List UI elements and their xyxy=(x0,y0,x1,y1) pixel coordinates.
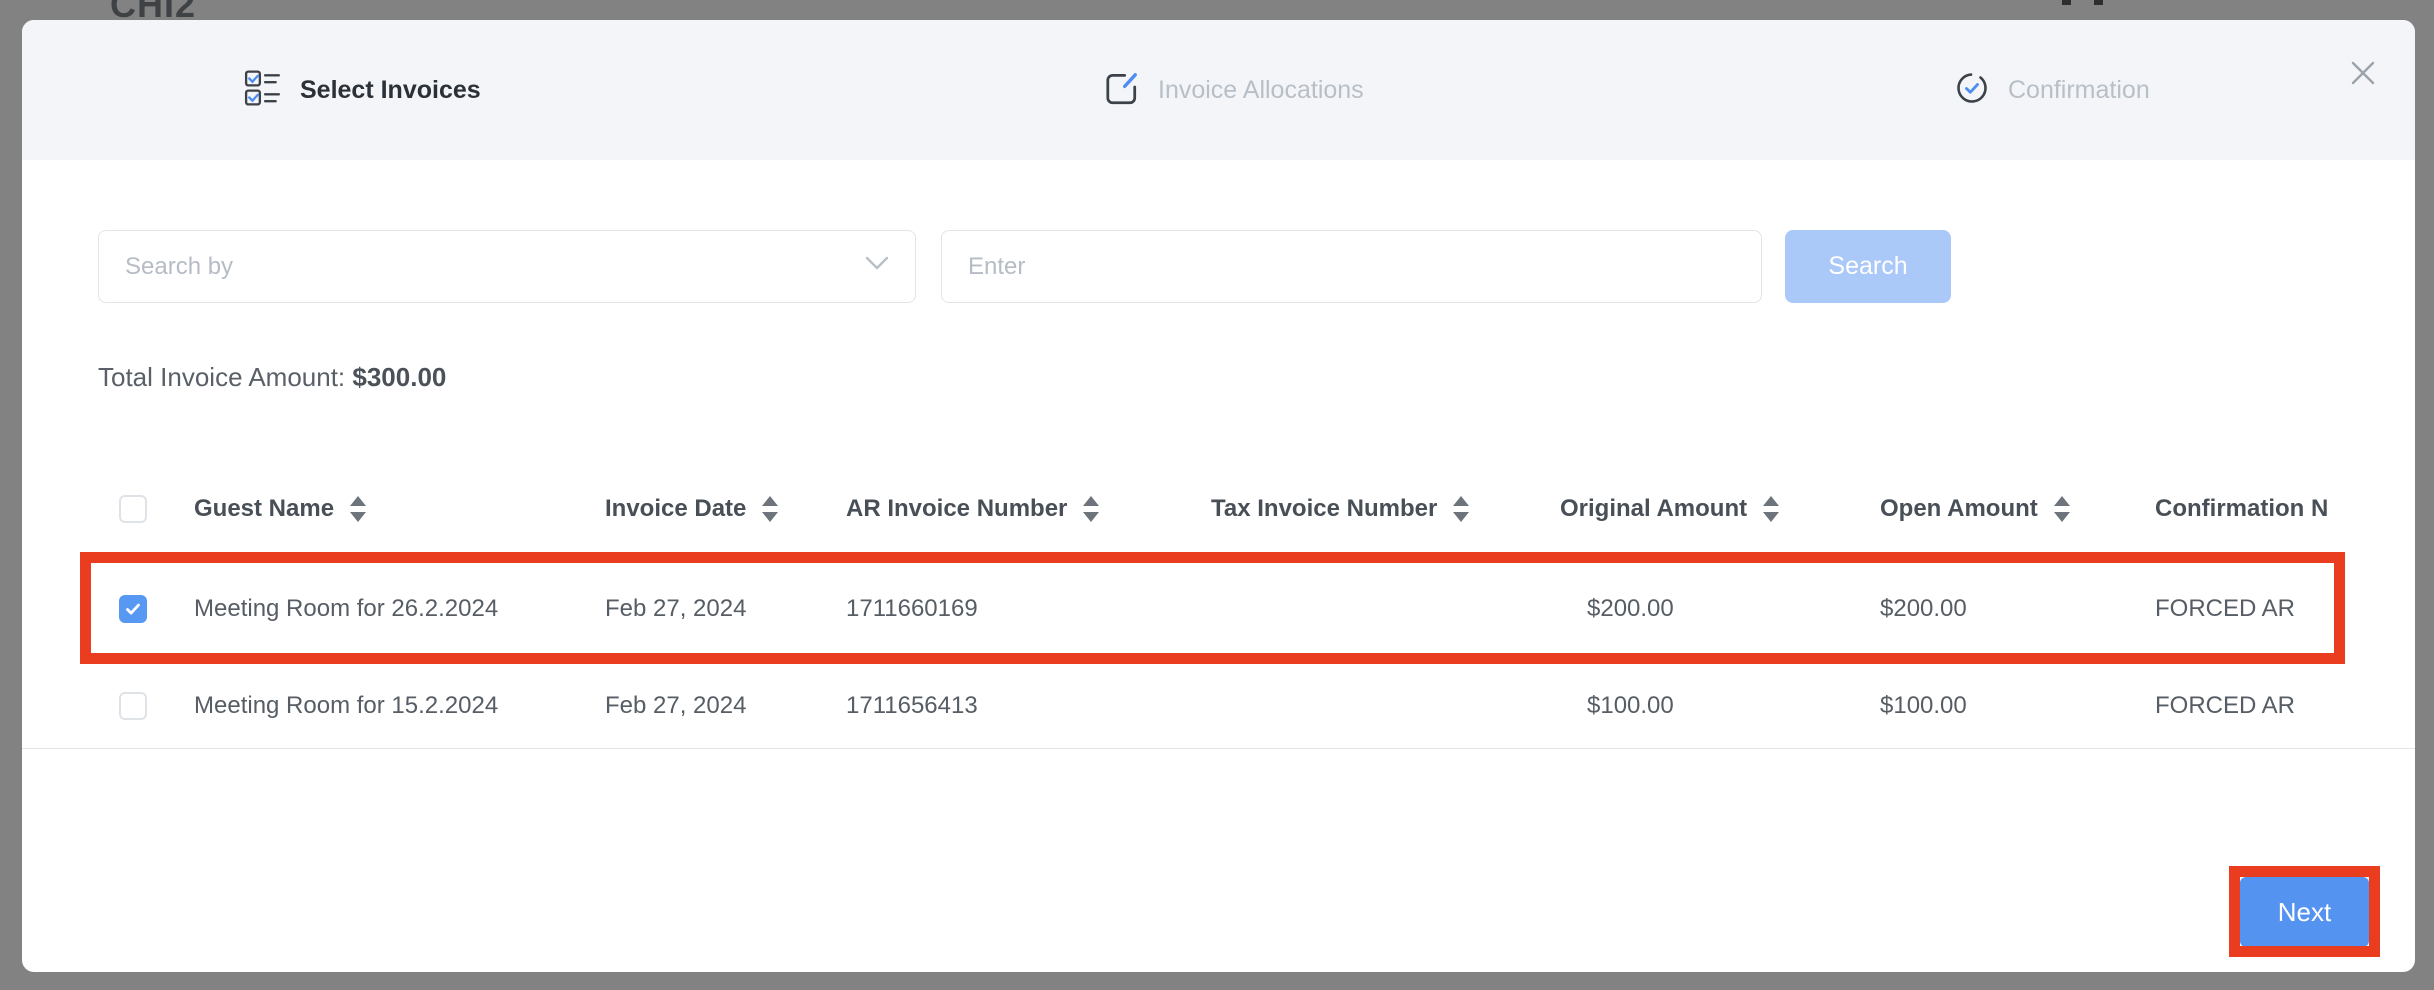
chevron-down-icon xyxy=(865,256,889,277)
column-header-open-amount[interactable]: Open Amount xyxy=(1880,465,2070,553)
total-invoice-amount-value: $300.00 xyxy=(352,362,446,392)
cell-open-amount: $100.00 xyxy=(1880,664,1967,748)
search-button[interactable]: Search xyxy=(1785,230,1951,303)
table-row[interactable]: Meeting Room for 26.2.2024 Feb 27, 2024 … xyxy=(22,553,2415,664)
cell-confirmation: FORCED AR xyxy=(2155,664,2295,748)
sort-arrows-icon[interactable] xyxy=(1763,496,1779,522)
step-confirmation[interactable]: Confirmation xyxy=(1954,20,2150,160)
row-checkbox-cell xyxy=(119,664,147,748)
table-row[interactable]: Meeting Room for 15.2.2024 Feb 27, 2024 … xyxy=(22,664,2415,749)
sort-arrows-icon[interactable] xyxy=(1083,496,1099,522)
cell-ar-invoice-number: 1711656413 xyxy=(846,664,978,748)
column-header-ar-invoice-number[interactable]: AR Invoice Number xyxy=(846,465,1099,553)
step-select-invoices[interactable]: Select Invoices xyxy=(244,20,481,160)
total-invoice-amount: Total Invoice Amount: $300.00 xyxy=(98,362,446,393)
sort-arrows-icon[interactable] xyxy=(350,496,366,522)
cell-ar-invoice-number: 1711660169 xyxy=(846,553,978,664)
cell-original-amount: $200.00 xyxy=(1587,553,1674,664)
column-label: Invoice Date xyxy=(605,495,746,523)
column-label: Guest Name xyxy=(194,495,334,523)
close-icon[interactable] xyxy=(2348,58,2378,88)
total-invoice-amount-label: Total Invoice Amount: xyxy=(98,362,345,392)
column-header-invoice-date[interactable]: Invoice Date xyxy=(605,465,778,553)
select-invoices-modal: Select Invoices Invoice Allocations xyxy=(22,20,2415,972)
step-label: Confirmation xyxy=(2008,76,2150,105)
step-label: Invoice Allocations xyxy=(1158,76,1364,105)
search-by-select[interactable]: Search by xyxy=(98,230,916,303)
checkbox-unchecked-icon[interactable] xyxy=(119,692,147,720)
column-label: Tax Invoice Number xyxy=(1211,495,1437,523)
next-button[interactable]: Next xyxy=(2240,877,2369,947)
sort-arrows-icon[interactable] xyxy=(2054,496,2070,522)
step-invoice-allocations[interactable]: Invoice Allocations xyxy=(1102,20,1364,160)
column-label: Original Amount xyxy=(1560,495,1747,523)
search-value-input[interactable] xyxy=(941,230,1762,303)
background-ui-remnant xyxy=(2062,0,2071,5)
circle-check-icon xyxy=(1954,70,1990,111)
column-label: Open Amount xyxy=(1880,495,2038,523)
cell-open-amount: $200.00 xyxy=(1880,553,1967,664)
cell-invoice-date: Feb 27, 2024 xyxy=(605,553,746,664)
screen: CHI2 Select Invoice xyxy=(0,0,2434,990)
cell-guest-name: Meeting Room for 15.2.2024 xyxy=(194,664,498,748)
sort-arrows-icon[interactable] xyxy=(762,496,778,522)
cell-confirmation: FORCED AR xyxy=(2155,553,2295,664)
column-label: AR Invoice Number xyxy=(846,495,1067,523)
cell-invoice-date: Feb 27, 2024 xyxy=(605,664,746,748)
edit-icon xyxy=(1102,69,1140,112)
column-header-tax-invoice-number[interactable]: Tax Invoice Number xyxy=(1211,465,1469,553)
background-ui-remnant xyxy=(2094,0,2103,5)
column-label: Confirmation N xyxy=(2155,495,2328,523)
modal-stepper-header: Select Invoices Invoice Allocations xyxy=(22,20,2415,160)
table-header-row: Guest Name Invoice Date AR Invoice Numbe… xyxy=(22,465,2415,553)
column-header-guest-name[interactable]: Guest Name xyxy=(194,465,366,553)
row-checkbox-cell xyxy=(119,553,147,664)
checkbox-unchecked-icon[interactable] xyxy=(119,495,147,523)
column-header-confirmation-number[interactable]: Confirmation N xyxy=(2155,465,2328,553)
cell-original-amount: $100.00 xyxy=(1587,664,1674,748)
sort-arrows-icon[interactable] xyxy=(1453,496,1469,522)
select-all-checkbox[interactable] xyxy=(119,465,147,553)
checkbox-checked-icon[interactable] xyxy=(119,595,147,623)
column-header-original-amount[interactable]: Original Amount xyxy=(1560,465,1779,553)
search-by-placeholder: Search by xyxy=(125,253,233,281)
checklist-icon xyxy=(244,69,282,112)
step-label: Select Invoices xyxy=(300,76,481,105)
cell-guest-name: Meeting Room for 26.2.2024 xyxy=(194,553,498,664)
